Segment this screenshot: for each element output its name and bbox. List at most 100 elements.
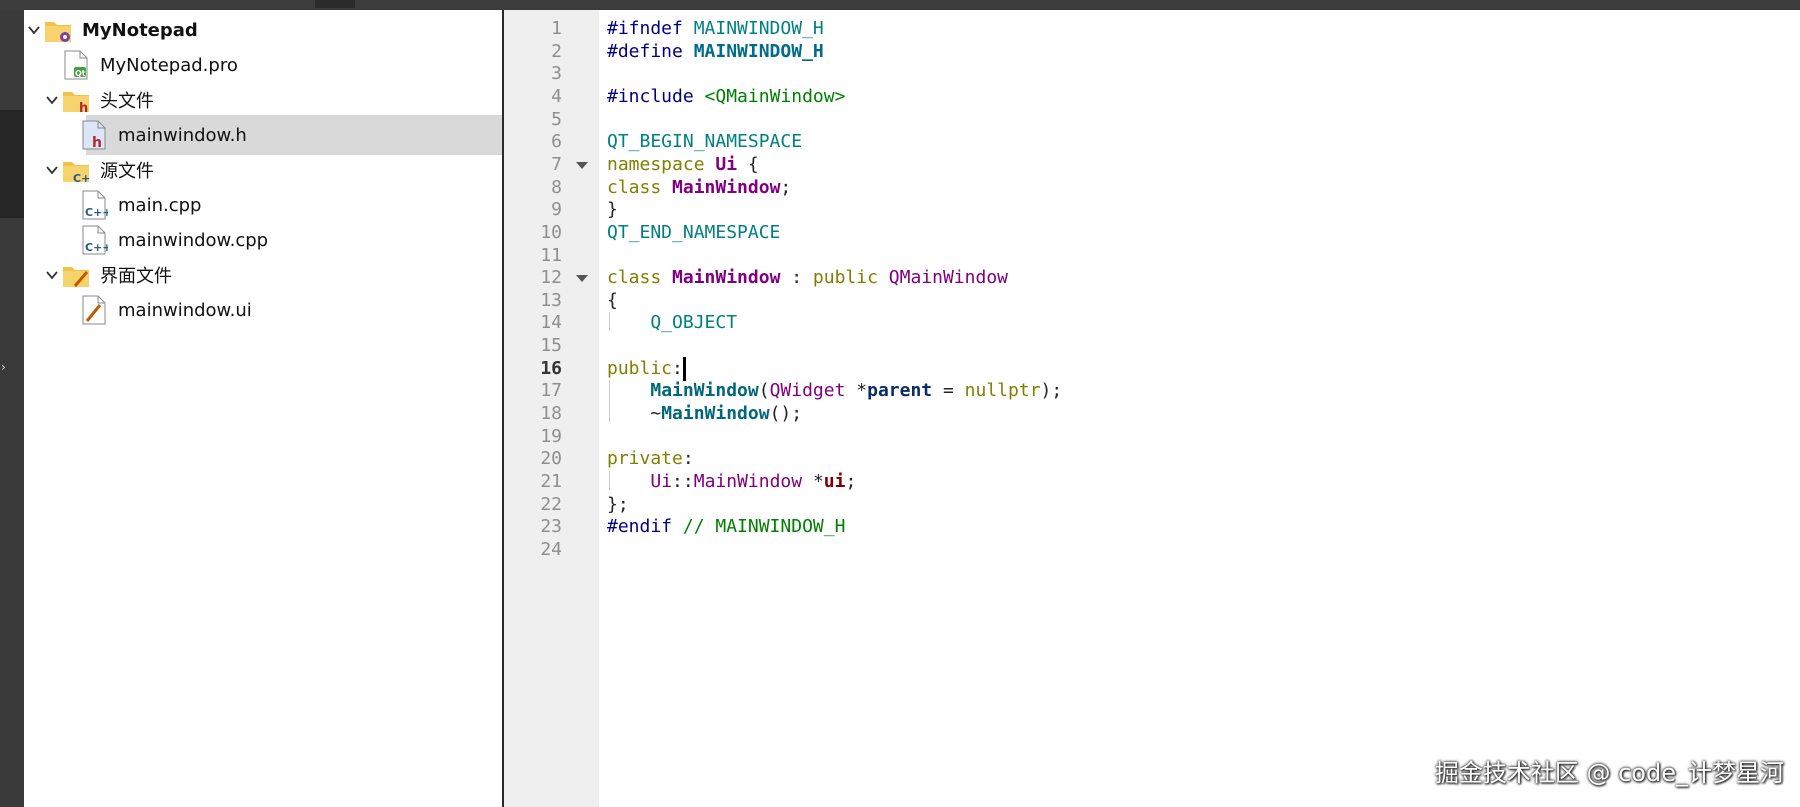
tree-item[interactable]: C++ mainwindow.cpp xyxy=(24,220,502,260)
line-number: 22 xyxy=(540,493,562,515)
chevron-down-icon[interactable] xyxy=(44,92,60,108)
code-token: class xyxy=(607,176,673,198)
code-line[interactable]: #include <QMainWindow> xyxy=(607,84,845,110)
line-number: 4 xyxy=(551,85,562,107)
qt-project-folder-icon xyxy=(44,15,72,45)
line-number: 18 xyxy=(540,403,562,425)
code-token: QT_BEGIN_NAMESPACE xyxy=(607,131,803,153)
cpp-file-icon: C++ xyxy=(80,190,112,220)
code-line[interactable]: #define MAINWINDOW_H xyxy=(607,39,824,65)
line-number: 3 xyxy=(551,63,562,85)
line-number: 9 xyxy=(551,199,562,221)
code-token: : xyxy=(682,448,694,470)
line-number: 2 xyxy=(551,40,562,62)
code-token: Ui xyxy=(650,471,673,492)
line-number: 15 xyxy=(540,335,562,357)
chevron-down-icon[interactable] xyxy=(26,22,42,38)
code-token: private xyxy=(607,448,683,470)
tree-item[interactable]: h 头文件 xyxy=(24,80,502,120)
chevron-down-icon[interactable] xyxy=(44,162,60,178)
code-token: class xyxy=(607,267,673,289)
qt-pro-file-icon: Qt xyxy=(62,50,90,80)
code-token: ( xyxy=(758,380,770,402)
line-number: 17 xyxy=(540,380,562,402)
code-token: public xyxy=(607,357,673,379)
indent-guide xyxy=(609,312,610,332)
tree-item-label: 界面文件 xyxy=(100,266,172,287)
fold-marker-icon[interactable] xyxy=(576,161,588,169)
code-token: ); xyxy=(1040,380,1063,402)
top-tab-strip xyxy=(0,0,1800,10)
code-token: : xyxy=(672,357,683,379)
project-tree-panel: MyNotepad Qt MyNotepad.pro h 头文件 h mainwindow.… xyxy=(24,10,504,807)
code-token: ; xyxy=(845,471,857,492)
tree-item[interactable]: 界面文件 xyxy=(24,255,502,295)
form-folder-icon xyxy=(62,260,90,290)
code-token: QMainWindow xyxy=(888,267,1008,289)
mode-bar-selected-item[interactable] xyxy=(0,110,24,218)
code-token: // MAINWINDOW_H xyxy=(682,516,846,538)
code-token: nullptr xyxy=(964,380,1041,402)
tree-item-label: mainwindow.ui xyxy=(118,299,252,321)
code-line[interactable]: ~MainWindow(); xyxy=(607,401,802,427)
cpp-file-icon: C++ xyxy=(80,225,112,255)
line-number: 16 xyxy=(540,357,562,379)
tree-item[interactable]: C++ 源文件 xyxy=(24,150,502,190)
code-token: { xyxy=(607,289,618,311)
code-line[interactable]: class MainWindow : public QMainWindow xyxy=(607,265,1008,291)
code-line[interactable]: Ui::MainWindow *ui; xyxy=(607,469,856,495)
watermark: 掘金技术社区 @ code_计梦星河 xyxy=(1434,759,1784,787)
code-token: * xyxy=(812,471,824,492)
code-line[interactable]: QT_END_NAMESPACE xyxy=(607,220,780,246)
tree-item-label: 头文件 xyxy=(100,91,154,112)
svg-text:C++: C++ xyxy=(85,241,108,254)
header-folder-icon: h xyxy=(62,85,90,116)
left-mode-bar: › xyxy=(0,10,24,807)
line-number: 19 xyxy=(540,425,562,447)
code-token: :: xyxy=(672,471,694,492)
code-token: QWidget xyxy=(769,380,857,402)
line-number: 12 xyxy=(540,267,562,289)
svg-text:Qt: Qt xyxy=(75,69,86,78)
code-token: { xyxy=(737,153,759,175)
code-token: MAINWINDOW_H xyxy=(693,18,824,39)
code-token: = xyxy=(932,380,965,402)
tree-item[interactable]: C++ main.cpp xyxy=(24,185,502,225)
code-token: parent xyxy=(867,380,933,402)
tab-hint[interactable] xyxy=(315,0,355,8)
code-token: #define xyxy=(607,40,694,62)
code-line[interactable]: #endif // MAINWINDOW_H xyxy=(607,514,845,540)
line-number: 21 xyxy=(540,471,562,492)
svg-text:C++: C++ xyxy=(85,206,108,219)
line-number: 24 xyxy=(540,538,562,560)
tree-item[interactable]: h mainwindow.h xyxy=(82,115,502,155)
collapse-arrow-icon[interactable]: › xyxy=(1,360,6,374)
code-token: public xyxy=(812,267,889,289)
indent-guide xyxy=(609,471,610,490)
tree-item[interactable]: Qt MyNotepad.pro xyxy=(24,45,502,85)
tree-item-label: mainwindow.cpp xyxy=(118,229,269,251)
tree-item-label: main.cpp xyxy=(118,194,202,216)
code-token: QT_END_NAMESPACE xyxy=(607,221,781,243)
indent-guide xyxy=(609,380,610,422)
code-token: } xyxy=(607,199,618,221)
code-token: namespace xyxy=(607,153,716,175)
fold-marker-icon[interactable] xyxy=(576,275,588,283)
code-line[interactable]: class MainWindow; xyxy=(607,175,791,201)
line-number: 11 xyxy=(540,244,562,266)
line-number: 13 xyxy=(540,289,562,311)
code-token: Ui xyxy=(715,153,738,175)
chevron-down-icon[interactable] xyxy=(44,267,60,283)
code-token: #include xyxy=(607,85,705,107)
code-line[interactable]: Q_OBJECT xyxy=(607,310,737,336)
code-token: Q_OBJECT xyxy=(607,312,738,334)
line-number: 8 xyxy=(551,176,562,198)
code-token: MainWindow xyxy=(672,176,781,198)
tree-root-item[interactable]: MyNotepad xyxy=(24,10,502,50)
svg-text:C++: C++ xyxy=(73,172,90,185)
code-token: * xyxy=(856,380,868,402)
source-folder-icon: C++ xyxy=(62,155,100,185)
tree-item-label: MyNotepad.pro xyxy=(100,54,238,76)
code-editor[interactable]: #ifndef MAINWINDOW_H #define MAINWINDOW_H… xyxy=(599,10,1800,807)
tree-item[interactable]: mainwindow.ui xyxy=(24,290,502,330)
